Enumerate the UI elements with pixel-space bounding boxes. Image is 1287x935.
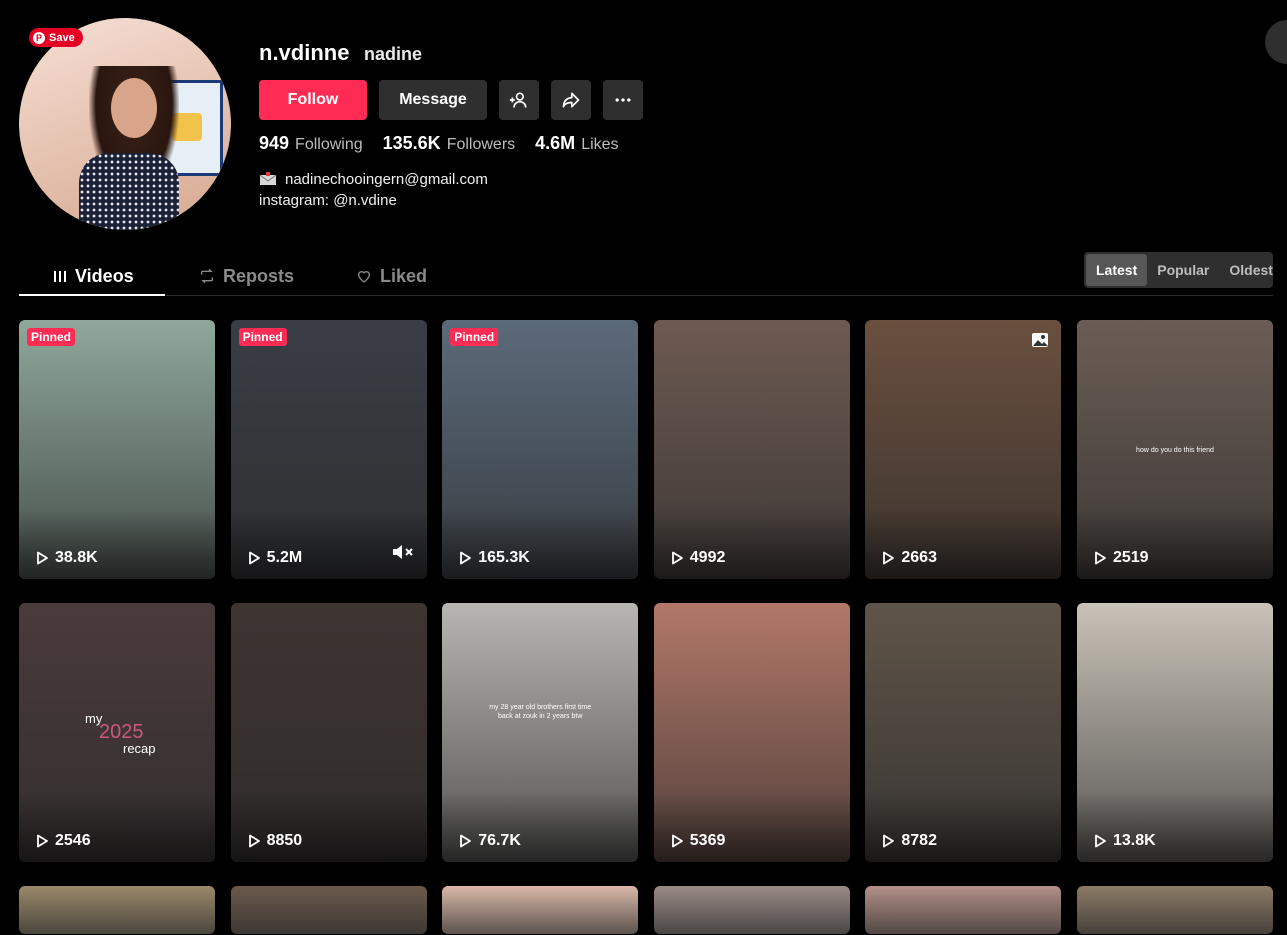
- muted-icon[interactable]: [391, 542, 415, 567]
- pinned-badge: Pinned: [238, 328, 287, 346]
- view-count: 13.8K: [1093, 832, 1156, 850]
- repost-icon: [201, 268, 213, 284]
- profile-bio: nadinechooingern@gmail.com instagram: @n…: [259, 169, 488, 211]
- share-button[interactable]: [551, 80, 591, 120]
- view-count: 2519: [1093, 549, 1149, 567]
- video-card[interactable]: 8782: [865, 603, 1062, 862]
- video-card[interactable]: Pinned 165.3K: [442, 320, 639, 579]
- video-card[interactable]: Pinned 38.8K: [19, 320, 215, 579]
- play-icon: [37, 834, 48, 848]
- play-icon: [883, 834, 895, 848]
- tab-liked[interactable]: Liked: [356, 258, 427, 294]
- video-card[interactable]: [442, 886, 639, 934]
- profile-page: P Save n.vdinne nadine Follow Message 94…: [0, 0, 1287, 935]
- video-card[interactable]: my 28 year old brothers first time back …: [442, 603, 639, 862]
- play-icon: [460, 551, 472, 565]
- view-count: 8850: [247, 832, 302, 850]
- pinterest-icon: P: [33, 31, 45, 44]
- view-count: 165.3K: [458, 549, 530, 567]
- play-icon: [1095, 834, 1106, 848]
- profile-stats: 949 Following 135.6K Followers 4.6M Likes: [259, 133, 619, 154]
- view-count: 76.7K: [458, 832, 521, 850]
- profile-actions: Follow Message: [259, 80, 643, 120]
- view-count: 38.8K: [35, 549, 98, 567]
- sort-oldest[interactable]: Oldest: [1219, 254, 1283, 286]
- video-card[interactable]: 5369: [653, 603, 850, 862]
- view-count: 2546: [35, 832, 91, 850]
- bio-email-line: nadinechooingern@gmail.com: [259, 169, 488, 190]
- video-card[interactable]: [230, 886, 427, 934]
- profile-avatar[interactable]: [19, 18, 231, 230]
- video-card[interactable]: [653, 886, 850, 934]
- play-icon: [460, 834, 472, 848]
- video-card[interactable]: 8850: [230, 603, 427, 862]
- video-card[interactable]: how do you do this friend 2519: [1076, 320, 1273, 579]
- play-icon: [671, 551, 683, 565]
- view-count: 8782: [881, 832, 937, 850]
- play-icon: [248, 834, 260, 848]
- play-icon: [248, 551, 260, 565]
- message-button[interactable]: Message: [379, 80, 487, 120]
- share-icon: [562, 92, 580, 108]
- view-count: 2663: [881, 549, 937, 567]
- video-grid: Pinned 38.8K Pinned 5.2M Pinned 165.3K 4992 266…: [19, 320, 1273, 934]
- more-icon: [615, 98, 631, 102]
- bio-instagram-line: instagram: @n.vdine: [259, 192, 397, 209]
- video-card[interactable]: [19, 886, 215, 934]
- active-tab-indicator: [19, 294, 165, 296]
- view-count: 5.2M: [247, 549, 302, 567]
- nickname: nadine: [364, 44, 423, 64]
- followers-stat[interactable]: 135.6K Followers: [383, 133, 516, 154]
- video-card[interactable]: 13.8K: [1076, 603, 1273, 862]
- username: n.vdinne: [259, 40, 350, 65]
- pinned-badge: Pinned: [27, 328, 76, 346]
- view-count: 4992: [670, 549, 725, 567]
- video-caption: how do you do this friend: [1136, 447, 1214, 454]
- grid-lines-icon: [54, 271, 66, 282]
- likes-stat: 4.6M Likes: [535, 133, 619, 153]
- video-caption: my 28 year old brothers first time back …: [489, 704, 592, 720]
- play-icon: [1095, 551, 1106, 565]
- sort-popular[interactable]: Popular: [1147, 254, 1219, 286]
- sort-toggle: Latest Popular Oldest: [1084, 252, 1273, 288]
- play-icon: [883, 551, 895, 565]
- follow-button[interactable]: Follow: [259, 80, 367, 120]
- add-user-icon: [509, 92, 527, 108]
- video-card[interactable]: Pinned 5.2M: [230, 320, 427, 579]
- sort-latest[interactable]: Latest: [1086, 254, 1148, 286]
- play-icon: [37, 551, 48, 565]
- save-label: Save: [49, 31, 75, 44]
- video-card[interactable]: 4992: [653, 320, 850, 579]
- video-card[interactable]: [865, 886, 1062, 934]
- heart-icon: [357, 271, 371, 283]
- pinterest-save-button[interactable]: P Save: [29, 28, 83, 47]
- video-card[interactable]: my 2025 recap 2546: [19, 603, 215, 862]
- view-count: 5369: [670, 832, 725, 850]
- partial-avatar[interactable]: [1265, 20, 1287, 64]
- tab-reposts[interactable]: Reposts: [199, 258, 294, 294]
- envelope-icon: [259, 172, 277, 185]
- add-friend-button[interactable]: [499, 80, 539, 120]
- more-options-button[interactable]: [603, 80, 643, 120]
- play-icon: [671, 834, 683, 848]
- tab-videos[interactable]: Videos: [53, 258, 134, 294]
- video-card[interactable]: 2663: [865, 320, 1062, 579]
- video-card[interactable]: [1076, 886, 1273, 934]
- photo-carousel-icon: [1031, 332, 1049, 353]
- pinned-badge: Pinned: [450, 328, 499, 346]
- recap-text: recap: [123, 741, 156, 756]
- following-stat[interactable]: 949 Following: [259, 133, 363, 154]
